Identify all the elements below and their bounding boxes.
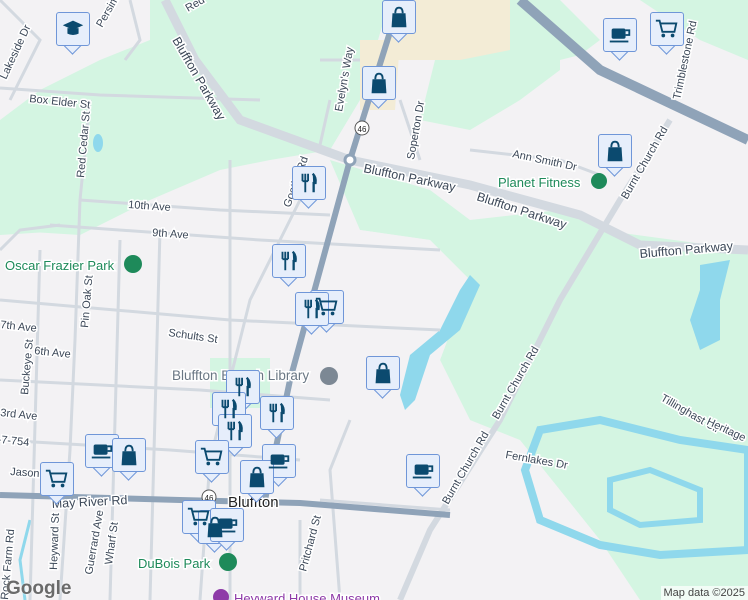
- marker-box: [40, 462, 74, 496]
- map-attribution[interactable]: Map data ©2025: [660, 586, 748, 600]
- street-label: Buckeye St: [19, 339, 36, 395]
- street-label: Guerrard Ave: [83, 509, 106, 575]
- coffee-marker[interactable]: [603, 18, 637, 61]
- library-icon[interactable]: [320, 367, 338, 385]
- street-label: Schults St: [168, 327, 219, 346]
- street-label: Heyward St: [48, 513, 62, 570]
- shopping-icon: [371, 72, 387, 94]
- marker-box: [272, 244, 306, 278]
- coffee-marker[interactable]: [406, 454, 440, 497]
- marker-box: [292, 166, 326, 200]
- grocery-marker[interactable]: [40, 462, 74, 505]
- svg-text:46: 46: [358, 125, 367, 134]
- dubois-park-label[interactable]: DuBois Park: [137, 555, 213, 573]
- heyward-house-label[interactable]: Heyward House Museum: [233, 590, 382, 600]
- restaurant-icon: [227, 420, 243, 441]
- marker-box: [366, 356, 400, 390]
- shopping-icon: [121, 444, 137, 466]
- restaurant-marker[interactable]: [272, 244, 306, 287]
- shopping-icon: [391, 6, 407, 28]
- google-logo: Google: [6, 578, 72, 599]
- marker-box: [210, 508, 244, 542]
- restaurant-icon: [281, 250, 297, 271]
- marker-box: [598, 134, 632, 168]
- grocery-marker[interactable]: [195, 440, 229, 483]
- street-label: Ann Smith Dr: [511, 148, 578, 173]
- museum-icon[interactable]: [213, 589, 229, 600]
- coffee-icon: [216, 518, 238, 533]
- marker-box: [603, 18, 637, 52]
- grocery-icon: [200, 447, 223, 466]
- street-label: Wharf St: [103, 521, 121, 565]
- shopping-marker[interactable]: [598, 134, 632, 177]
- restaurant-icon: [301, 172, 317, 193]
- street-label: 3rd Ave: [0, 407, 38, 423]
- shopping-icon: [375, 362, 391, 384]
- pond: [93, 134, 103, 152]
- restaurant-marker[interactable]: [292, 166, 326, 209]
- shopping-marker[interactable]: [382, 0, 416, 43]
- restaurant-marker[interactable]: [260, 396, 294, 439]
- shopping-marker[interactable]: [362, 66, 396, 109]
- coffee-icon: [91, 444, 113, 459]
- marker-box: [112, 438, 146, 472]
- route-46-shield: 46: [354, 120, 370, 136]
- marker-box: [406, 454, 440, 488]
- shopping-marker[interactable]: [240, 460, 274, 503]
- planet-fitness-label[interactable]: Planet Fitness: [497, 174, 583, 192]
- grocery-icon: [45, 469, 68, 488]
- roundabout: [343, 153, 357, 167]
- street-label: S-7-754: [0, 433, 30, 449]
- shopping-marker[interactable]: [112, 438, 146, 481]
- street-label: 6th Ave: [34, 345, 72, 361]
- shopping-marker[interactable]: [366, 356, 400, 399]
- school-marker[interactable]: [56, 12, 90, 55]
- coffee-marker[interactable]: [210, 508, 244, 551]
- street-label: Pin Oak St: [79, 275, 96, 328]
- restaurant-icon: [304, 298, 320, 319]
- marker-box: [362, 66, 396, 100]
- marker-box: [240, 460, 274, 494]
- marker-box: [218, 414, 252, 448]
- marker-box: [260, 396, 294, 430]
- marker-box: [650, 12, 684, 46]
- coffee-icon: [609, 28, 631, 43]
- grocery-icon: [655, 19, 678, 38]
- street-label: 7th Ave: [0, 319, 37, 335]
- street-label: 9th Ave: [152, 227, 189, 242]
- restaurant-marker[interactable]: [295, 292, 329, 335]
- school-icon: [62, 20, 84, 36]
- oscar-frazier-park-label[interactable]: Oscar Frazier Park: [4, 257, 117, 275]
- restaurant-icon: [269, 402, 285, 423]
- marker-box: [295, 292, 329, 326]
- coffee-icon: [412, 464, 434, 479]
- park-icon[interactable]: [124, 255, 142, 273]
- shopping-icon: [249, 466, 265, 488]
- marker-box: [85, 434, 119, 468]
- marker-box: [56, 12, 90, 46]
- grocery-marker[interactable]: [650, 12, 684, 55]
- marker-box: [195, 440, 229, 474]
- shopping-icon: [607, 140, 623, 162]
- marker-box: [382, 0, 416, 34]
- park-icon[interactable]: [219, 553, 237, 571]
